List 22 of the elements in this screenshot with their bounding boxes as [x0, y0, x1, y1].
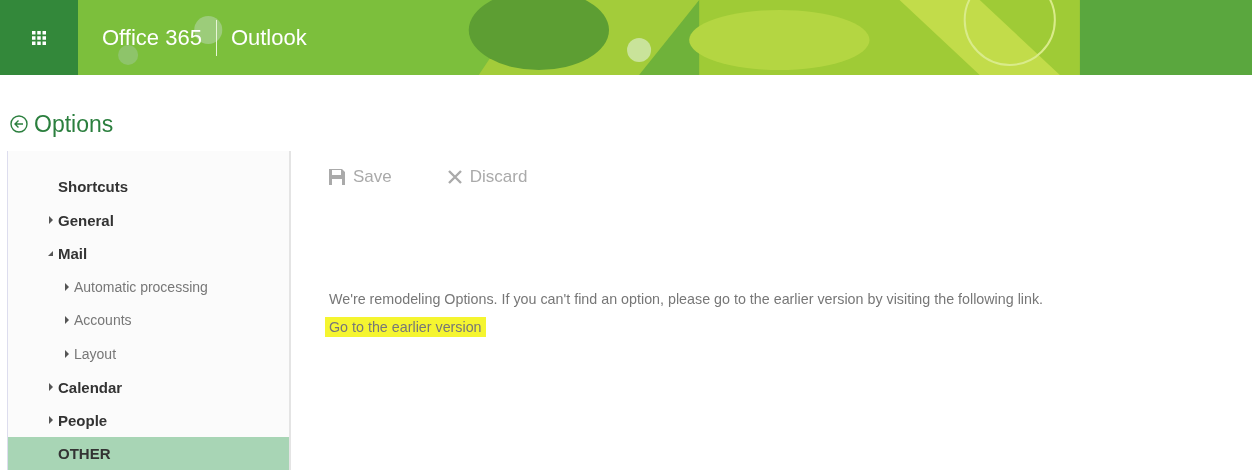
- sidebar-item[interactable]: Calendar: [8, 370, 289, 404]
- sidebar-item[interactable]: Automatic processing: [8, 270, 289, 304]
- grid-icon: [32, 30, 46, 45]
- sidebar-heading[interactable]: Shortcuts: [8, 170, 289, 204]
- collapsed-triangle-icon[interactable]: [64, 349, 70, 358]
- close-icon: [447, 170, 462, 184]
- sidebar-item[interactable]: Layout: [8, 336, 289, 371]
- collapsed-triangle-icon[interactable]: [48, 416, 54, 425]
- collapsed-triangle-icon[interactable]: [48, 216, 54, 225]
- sidebar-item[interactable]: People: [8, 403, 289, 438]
- page-title: Options: [34, 110, 114, 138]
- sidebar-item[interactable]: Mail: [8, 236, 289, 271]
- info-message: We're remodeling Options. If you can't find an option, please go to the earlier version by visiting the following link.: [329, 291, 1045, 307]
- collapsed-triangle-icon[interactable]: [64, 282, 70, 291]
- sidebar-heading[interactable]: OTHER: [8, 437, 289, 470]
- collapsed-triangle-icon[interactable]: [64, 316, 70, 325]
- back-icon[interactable]: [10, 115, 28, 133]
- earlier-version-link[interactable]: Go to the earlier version: [325, 317, 486, 337]
- sidebar-item[interactable]: General: [8, 203, 289, 237]
- sidebar-item[interactable]: Accounts: [8, 303, 289, 337]
- expanded-triangle-icon[interactable]: [48, 249, 54, 258]
- collapsed-triangle-icon[interactable]: [48, 383, 54, 392]
